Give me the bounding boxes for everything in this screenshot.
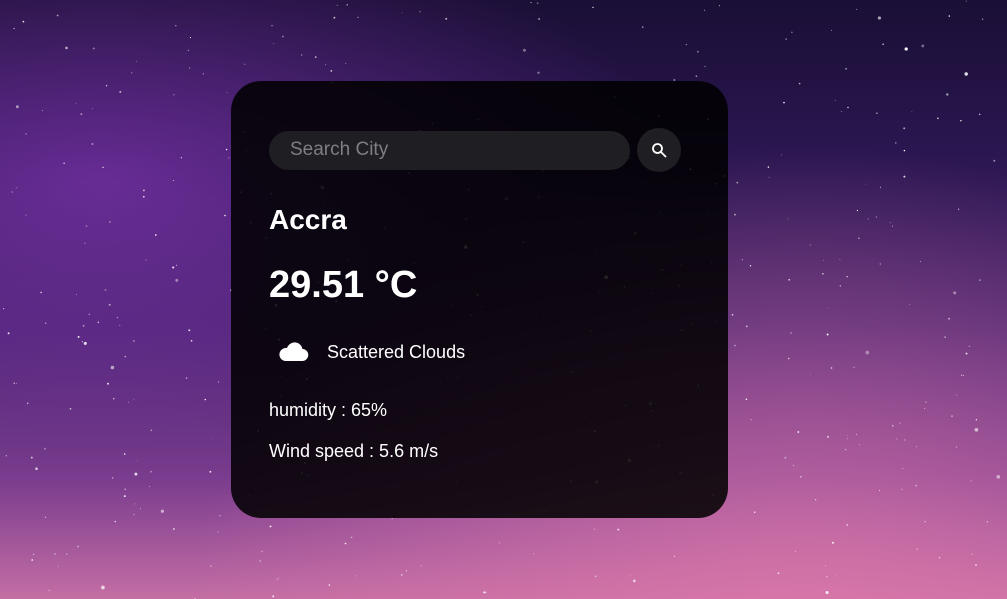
weather-description-row: Scattered Clouds (269, 337, 681, 367)
weather-description: Scattered Clouds (327, 341, 466, 362)
city-name: Accra (269, 204, 347, 235)
search-button[interactable] (637, 128, 681, 172)
search-bar (269, 128, 681, 172)
wind-speed-text: Wind speed : 5.6 m/s (269, 441, 439, 461)
temperature: 29.51 °C (269, 264, 418, 306)
weather-card: Accra 29.51 °C Scattered Clouds humidity… (231, 81, 728, 518)
search-input[interactable] (269, 130, 630, 170)
cloud-icon (269, 337, 319, 367)
humidity-text: humidity : 65% (269, 400, 388, 420)
search-icon (652, 143, 667, 158)
